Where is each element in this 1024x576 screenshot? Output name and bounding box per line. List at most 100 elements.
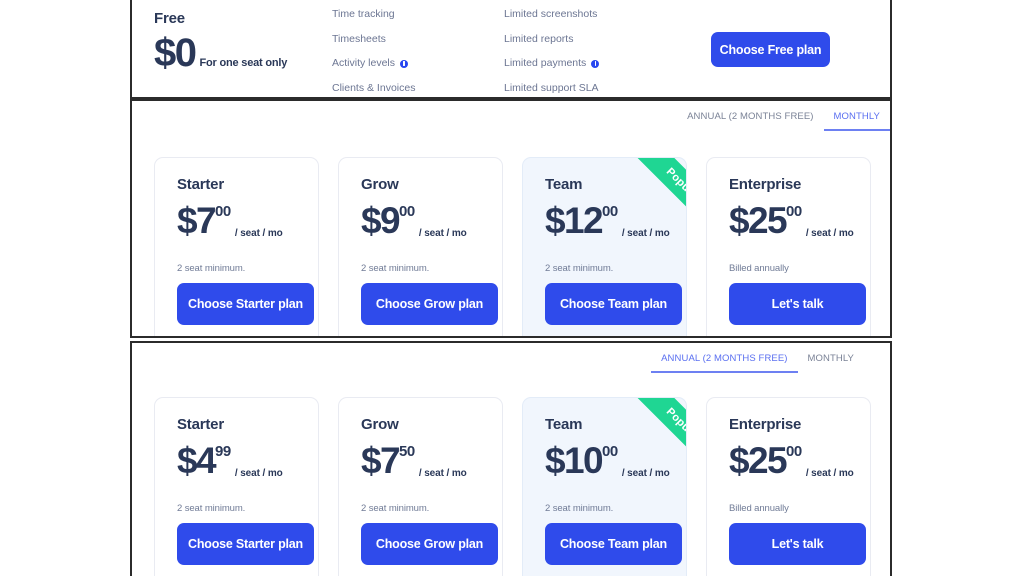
- plan-card: Enterprise $25 00/ seat / mo Billed annuall…: [706, 157, 871, 336]
- plan-price-amount: $25: [729, 440, 788, 481]
- choose-plan-button[interactable]: Choose Grow plan: [361, 523, 498, 565]
- tab-monthly[interactable]: MONTHLY: [823, 105, 890, 131]
- plan-price-amount: $4: [177, 440, 217, 481]
- free-feature-column-1: Time tracking Timesheets Activity levels Cl…: [332, 0, 504, 97]
- plan-card: Enterprise $25 00/ seat / mo Billed annuall…: [706, 397, 871, 576]
- free-feature-column-2: Limited screenshots Limited reports Limite…: [504, 0, 694, 97]
- free-plan-row: Free $0 For one seat only Time tracking T…: [132, 0, 890, 97]
- plan-price-unit: / seat / mo: [234, 228, 283, 239]
- plan-price-cents: 00: [214, 203, 231, 220]
- feature-label: Activity levels: [332, 57, 396, 70]
- plan-note: 2 seat minimum.: [545, 263, 614, 274]
- plan-card: Team $12 00/ seat / mo 2 seat minimum. Choos…: [522, 157, 687, 336]
- plan-price-line: $9 00/ seat / mo: [361, 200, 502, 243]
- plan-card: Grow $7 50/ seat / mo 2 seat minimum. Choose…: [338, 397, 503, 576]
- choose-plan-button[interactable]: Choose Team plan: [545, 523, 682, 565]
- choose-plan-button[interactable]: Choose Team plan: [545, 283, 682, 325]
- tab-monthly[interactable]: MONTHLY: [798, 347, 864, 373]
- feature-item: Clients & Invoices: [332, 83, 504, 94]
- plan-price-cents: 99: [214, 443, 231, 460]
- billing-toggle-annual-section: ANNUAL (2 MONTHS FREE) MONTHLY: [651, 347, 864, 373]
- plan-cta-wrap: Let's talk: [729, 283, 866, 325]
- free-plan-cta-wrap: Choose Free plan: [694, 0, 890, 67]
- plan-name: Starter: [177, 416, 224, 433]
- plan-price-unit: / seat / mo: [621, 228, 670, 239]
- plan-price-amount: $7: [177, 200, 217, 241]
- free-plan-summary: Free $0 For one seat only: [132, 0, 332, 73]
- plan-price-line: $12 00/ seat / mo: [545, 202, 686, 243]
- plan-price-unit: / seat / mo: [234, 468, 283, 479]
- feature-item: Limited screenshots: [504, 9, 694, 20]
- tab-annual[interactable]: ANNUAL (2 MONTHS FREE): [677, 105, 823, 131]
- monthly-pricing-panel: ANNUAL (2 MONTHS FREE) MONTHLY Starter $7…: [130, 99, 892, 338]
- plan-cta-wrap: Choose Team plan: [545, 283, 682, 325]
- plan-price-cents: 00: [601, 443, 618, 460]
- feature-label: Limited payments: [504, 57, 587, 70]
- plan-cta-wrap: Choose Team plan: [545, 523, 682, 565]
- plan-card: Team $10 00/ seat / mo 2 seat minimum. Choos…: [522, 397, 687, 576]
- plan-name: Grow: [361, 416, 399, 433]
- plan-price-cents: 00: [601, 203, 618, 220]
- feature-item: Activity levels: [332, 58, 504, 69]
- free-plan-panel: Free $0 For one seat only Time tracking T…: [130, 0, 892, 99]
- free-plan-price: $0: [154, 31, 197, 75]
- info-icon[interactable]: [591, 59, 600, 68]
- plan-cta-wrap: Choose Starter plan: [177, 523, 314, 565]
- plan-card: Starter $4 99/ seat / mo 2 seat minimum. Cho…: [154, 397, 319, 576]
- info-icon[interactable]: [400, 59, 409, 68]
- choose-free-plan-button[interactable]: Choose Free plan: [711, 32, 830, 67]
- annual-pricing-panel: ANNUAL (2 MONTHS FREE) MONTHLY Starter $4…: [130, 341, 892, 576]
- choose-plan-button[interactable]: Let's talk: [729, 523, 866, 565]
- plan-cta-wrap: Choose Grow plan: [361, 523, 498, 565]
- plan-name: Starter: [177, 176, 224, 193]
- feature-item: Time tracking: [332, 9, 504, 20]
- tab-annual[interactable]: ANNUAL (2 MONTHS FREE): [651, 347, 798, 373]
- plan-price-line: $25 00/ seat / mo: [729, 440, 870, 483]
- plan-price-amount: $10: [545, 440, 604, 481]
- feature-item: Limited support SLA: [504, 83, 694, 94]
- plan-price-unit: / seat / mo: [805, 468, 854, 479]
- plan-price-cents: 50: [398, 443, 415, 460]
- plan-note: 2 seat minimum.: [177, 263, 246, 274]
- free-plan-subtitle: For one seat only: [199, 57, 288, 69]
- choose-plan-button[interactable]: Choose Starter plan: [177, 283, 314, 325]
- free-plan-price-line: $0 For one seat only: [154, 33, 332, 73]
- plan-name: Team: [545, 416, 583, 433]
- plan-price-cents: 00: [785, 203, 802, 220]
- plan-price-unit: / seat / mo: [621, 468, 670, 479]
- monthly-plan-cards: Starter $7 00/ seat / mo 2 seat minimum. Cho…: [154, 157, 890, 336]
- plan-card: Starter $7 00/ seat / mo 2 seat minimum. Cho…: [154, 157, 319, 336]
- plan-cta-wrap: Choose Starter plan: [177, 283, 314, 325]
- plan-price-amount: $9: [361, 200, 401, 241]
- plan-price-line: $4 99/ seat / mo: [177, 440, 318, 483]
- feature-item: Timesheets: [332, 34, 504, 45]
- plan-name: Enterprise: [729, 416, 802, 433]
- annual-plan-cards: Starter $4 99/ seat / mo 2 seat minimum. Cho…: [154, 397, 890, 576]
- plan-note: 2 seat minimum.: [361, 263, 430, 274]
- plan-price-line: $25 00/ seat / mo: [729, 200, 870, 243]
- feature-label: Clients & Invoices: [332, 82, 416, 95]
- plan-note: 2 seat minimum.: [361, 503, 430, 514]
- plan-name: Enterprise: [729, 176, 802, 193]
- plan-name: Team: [545, 176, 583, 193]
- plan-price-line: $7 00/ seat / mo: [177, 200, 318, 243]
- choose-plan-button[interactable]: Let's talk: [729, 283, 866, 325]
- plan-price-unit: / seat / mo: [418, 468, 467, 479]
- plan-price-line: $10 00/ seat / mo: [545, 440, 686, 483]
- choose-plan-button[interactable]: Choose Grow plan: [361, 283, 498, 325]
- plan-note: Billed annually: [729, 263, 789, 274]
- feature-label: Time tracking: [332, 8, 395, 20]
- billing-toggle-monthly-section: ANNUAL (2 MONTHS FREE) MONTHLY: [677, 105, 890, 131]
- plan-price-line: $7 50/ seat / mo: [361, 442, 502, 483]
- plan-cta-wrap: Let's talk: [729, 523, 866, 565]
- plan-cta-wrap: Choose Grow plan: [361, 283, 498, 325]
- pricing-page: Free $0 For one seat only Time tracking T…: [0, 0, 1024, 576]
- choose-plan-button[interactable]: Choose Starter plan: [177, 523, 314, 565]
- plan-price-amount: $25: [729, 200, 788, 241]
- feature-item: Limited reports: [504, 34, 694, 45]
- plan-note: Billed annually: [729, 503, 789, 514]
- feature-label: Limited support SLA: [504, 82, 599, 95]
- feature-item: Limited payments: [504, 58, 694, 69]
- plan-price-cents: 00: [398, 203, 415, 220]
- plan-name: Grow: [361, 176, 399, 193]
